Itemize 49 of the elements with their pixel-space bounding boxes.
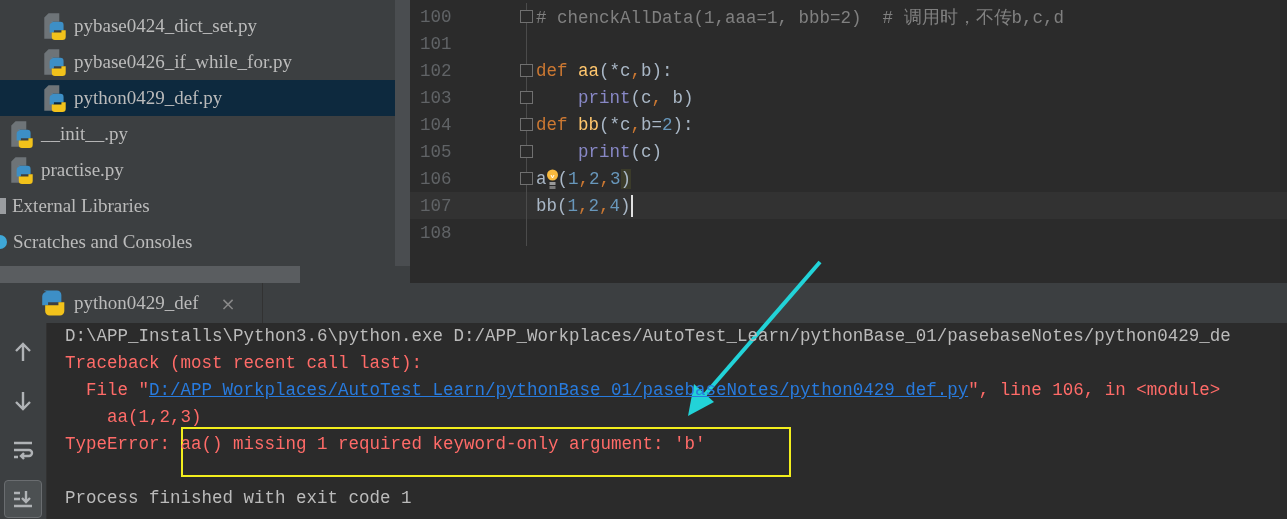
python-file-icon (9, 155, 35, 185)
soft-wrap-icon (12, 439, 34, 461)
tab-label: python0429_def (74, 292, 199, 314)
python-file-icon (42, 47, 68, 77)
code-line: def bb(*c,b=2): (536, 114, 694, 135)
text-cursor (630, 194, 633, 217)
python-file-icon (9, 119, 35, 149)
close-icon[interactable]: × (220, 292, 236, 314)
scrollbar[interactable] (0, 266, 300, 283)
python-file-icon (42, 289, 66, 317)
line-number: 104 (419, 114, 453, 135)
line-number: 101 (419, 33, 453, 54)
tree-item[interactable]: Scratches and Consoles (0, 224, 395, 260)
python-file-icon (42, 83, 68, 113)
fold-icon[interactable] (520, 10, 533, 23)
console-line: aa(1,2,3) (106, 407, 202, 427)
toolbar-button[interactable] (4, 480, 42, 518)
code-line: print(c, b) (577, 87, 694, 108)
line-number: 108 (419, 222, 453, 243)
library-icon (0, 198, 6, 214)
fold-icon[interactable] (520, 118, 533, 131)
line-number: 102 (419, 60, 453, 81)
python-file-icon (42, 11, 68, 41)
fold-icon[interactable] (520, 64, 533, 77)
scrollbar[interactable] (395, 0, 410, 266)
scroll-to-end-icon (12, 488, 34, 510)
line-number: 105 (419, 141, 453, 162)
code-line: def aa(*c,b): (536, 60, 673, 81)
fold-icon[interactable] (520, 172, 533, 185)
tree-item[interactable]: practise.py (0, 152, 395, 188)
fold-icon[interactable] (520, 145, 533, 158)
fold-icon[interactable] (520, 91, 533, 104)
scratches-icon (0, 235, 7, 249)
console-line: Process finished with exit code 1 (65, 488, 412, 508)
console-line: Traceback (most recent call last): (65, 353, 423, 373)
down-arrow-icon (12, 390, 34, 412)
line-number: 106 (419, 168, 453, 189)
code-text: (1,2,3) (557, 168, 632, 189)
tree-item[interactable]: __init__.py (0, 116, 395, 152)
tree-item[interactable]: pybase0424_dict_set.py (0, 8, 395, 44)
line-number: 100 (419, 6, 453, 27)
tree-item[interactable]: pybase0426_if_while_for.py (0, 44, 395, 80)
line-number: 103 (419, 87, 453, 108)
code-line: # chenckAllData(1,aaa=1, bbb=2) # 调用时，不传b,c,d (536, 6, 1065, 29)
code-line: bb(1,2,4) (536, 195, 631, 216)
tree-item[interactable]: python0429_def.py (0, 80, 395, 116)
tree-item[interactable]: External Libraries (0, 188, 395, 224)
code-line: print(c) (577, 141, 663, 162)
code-text: a (536, 168, 547, 189)
